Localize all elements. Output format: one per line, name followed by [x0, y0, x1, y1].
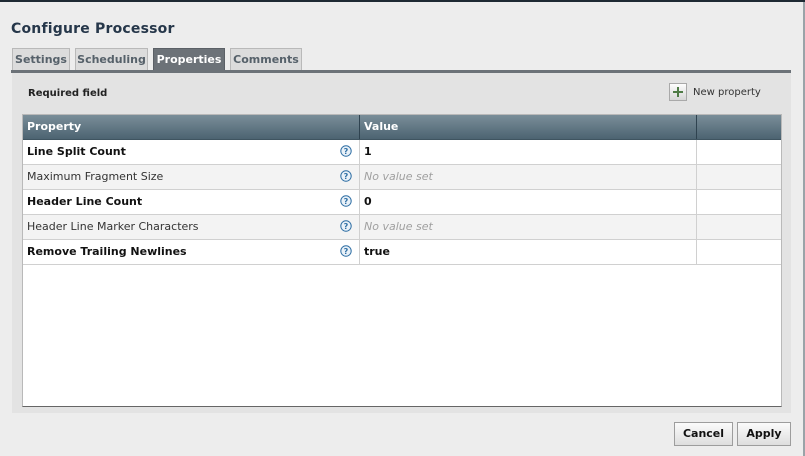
- column-header-value[interactable]: Value: [360, 115, 697, 139]
- property-value-cell[interactable]: 1: [360, 140, 697, 164]
- properties-table: Property Value Line Split Count? 1 Maximum…: [22, 114, 782, 407]
- apply-button[interactable]: Apply: [737, 422, 791, 446]
- property-actions-cell: [697, 190, 781, 214]
- svg-text:?: ?: [344, 172, 349, 181]
- svg-text:?: ?: [344, 222, 349, 231]
- plus-icon: [669, 83, 687, 101]
- tab-properties[interactable]: Properties: [153, 48, 225, 70]
- property-value-cell[interactable]: No value set: [360, 165, 697, 189]
- svg-text:?: ?: [344, 247, 349, 256]
- table-row[interactable]: Header Line Marker Characters? No value s…: [23, 215, 781, 240]
- property-name-cell: Line Split Count?: [23, 140, 360, 164]
- property-name-cell: Header Line Marker Characters?: [23, 215, 360, 239]
- property-name-cell: Maximum Fragment Size?: [23, 165, 360, 189]
- tab-settings[interactable]: Settings: [12, 48, 70, 70]
- help-icon[interactable]: ?: [340, 170, 352, 182]
- svg-text:?: ?: [344, 197, 349, 206]
- property-name: Header Line Marker Characters: [27, 220, 199, 233]
- table-row[interactable]: Line Split Count? 1: [23, 140, 781, 165]
- properties-panel: Required field New property Property Val…: [12, 73, 791, 413]
- property-name: Header Line Count: [27, 195, 143, 208]
- table-row[interactable]: Remove Trailing Newlines? true: [23, 240, 781, 265]
- table-row[interactable]: Maximum Fragment Size? No value set: [23, 165, 781, 190]
- column-header-property[interactable]: Property: [23, 115, 360, 139]
- property-value-cell[interactable]: true: [360, 240, 697, 264]
- new-property-label: New property: [693, 87, 761, 98]
- configure-processor-dialog: Configure Processor Settings Scheduling …: [0, 2, 805, 456]
- table-header: Property Value: [23, 115, 781, 140]
- property-name: Remove Trailing Newlines: [27, 245, 187, 258]
- help-icon[interactable]: ?: [340, 220, 352, 232]
- help-icon[interactable]: ?: [340, 245, 352, 257]
- property-actions-cell: [697, 215, 781, 239]
- svg-text:?: ?: [344, 147, 349, 156]
- property-name-cell: Header Line Count?: [23, 190, 360, 214]
- property-actions-cell: [697, 240, 781, 264]
- column-header-actions: [697, 115, 781, 139]
- tab-scheduling[interactable]: Scheduling: [75, 48, 148, 70]
- property-value-cell[interactable]: 0: [360, 190, 697, 214]
- table-row[interactable]: Header Line Count? 0: [23, 190, 781, 215]
- property-name: Line Split Count: [27, 145, 126, 158]
- cancel-button[interactable]: Cancel: [674, 422, 733, 446]
- help-icon[interactable]: ?: [340, 195, 352, 207]
- dialog-title: Configure Processor: [11, 21, 175, 37]
- property-value-cell[interactable]: No value set: [360, 215, 697, 239]
- property-name: Maximum Fragment Size: [27, 170, 164, 183]
- required-field-label: Required field: [28, 88, 108, 99]
- property-actions-cell: [697, 165, 781, 189]
- property-name-cell: Remove Trailing Newlines?: [23, 240, 360, 264]
- help-icon[interactable]: ?: [340, 145, 352, 157]
- tab-comments[interactable]: Comments: [230, 48, 302, 70]
- property-actions-cell: [697, 140, 781, 164]
